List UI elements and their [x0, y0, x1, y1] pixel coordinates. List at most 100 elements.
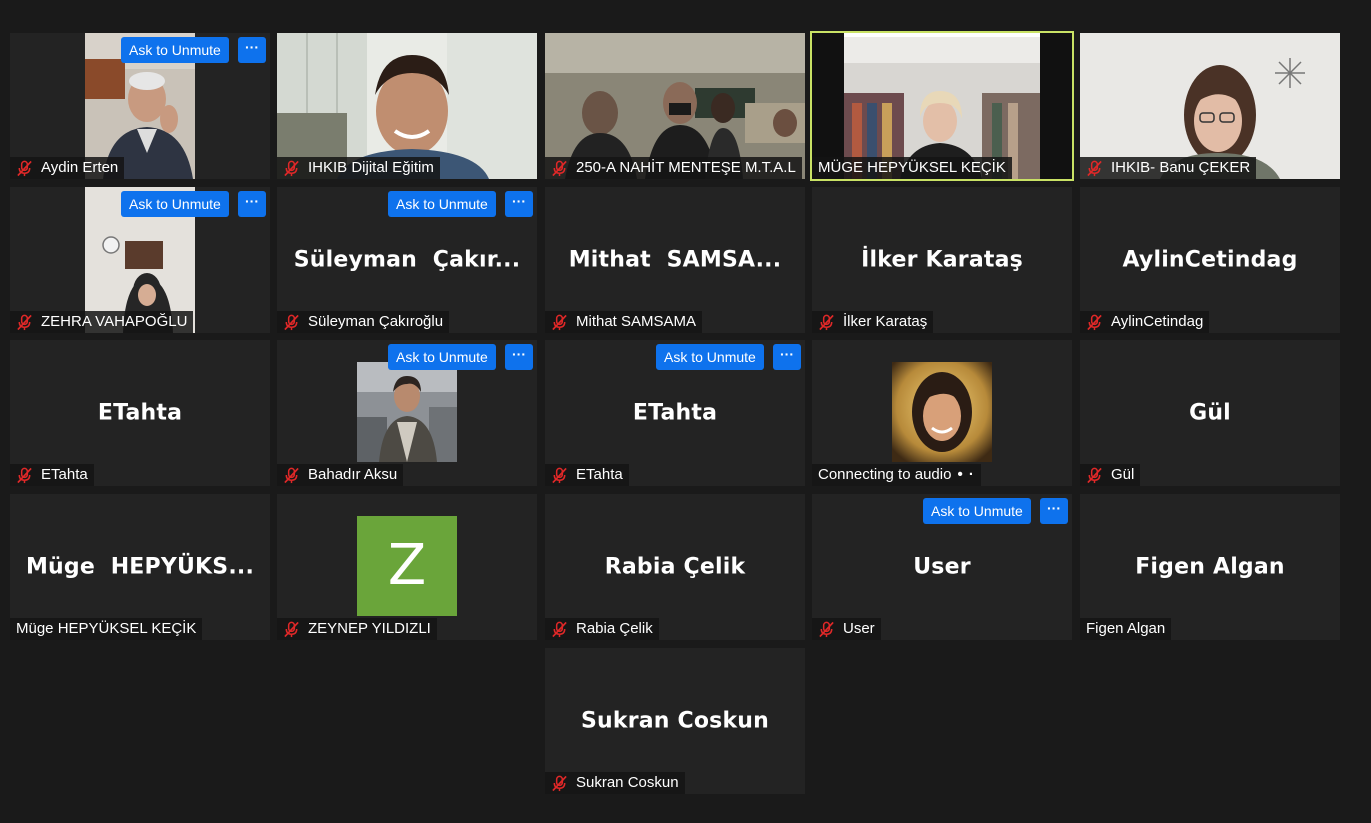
participant-tile[interactable]: Sukran Coskun Sukran Coskun [545, 648, 805, 794]
mic-muted-icon [1087, 467, 1102, 483]
participant-name-tag: Rabia Çelik [545, 618, 659, 640]
more-icon: ··· [245, 193, 259, 209]
participant-name: Bahadır Aksu [308, 466, 398, 483]
mic-muted-icon [17, 160, 32, 176]
mic-muted-icon [1087, 160, 1102, 176]
participant-name: Müge HEPYÜKSEL KEÇİK [16, 620, 197, 637]
more-icon: ··· [512, 193, 526, 209]
more-icon: ··· [780, 346, 794, 362]
ask-to-unmute-button[interactable]: Ask to Unmute [388, 191, 496, 217]
participant-name-tag: 250-A NAHİT MENTEŞE M.T.A.L [545, 157, 802, 179]
participant-name-tag: Connecting to audio • · [812, 464, 981, 486]
more-options-button[interactable]: ··· [505, 191, 533, 217]
ask-to-unmute-button[interactable]: Ask to Unmute [121, 37, 229, 63]
mic-muted-icon [284, 160, 299, 176]
ask-to-unmute-button[interactable]: Ask to Unmute [121, 191, 229, 217]
ask-to-unmute-button[interactable]: Ask to Unmute [923, 498, 1031, 524]
participant-display-name: Sukran Coskun [580, 708, 770, 734]
more-icon: ··· [1047, 500, 1061, 516]
participant-name-tag: ZEHRA VAHAPOĞLU [10, 311, 194, 333]
participant-name-tag: MÜGE HEPYÜKSEL KEÇİK [812, 157, 1012, 179]
participant-name: ETahta [576, 466, 623, 483]
participant-display-name: Gül [1189, 400, 1231, 426]
participant-name: IHKIB- Banu ÇEKER [1111, 159, 1251, 176]
connecting-status: Connecting to audio [818, 466, 952, 483]
mic-muted-icon [552, 621, 567, 637]
participant-tile[interactable]: Ask to Unmute ··· ZEHRA VAHAPOĞLU [10, 187, 270, 333]
participant-name: ZEYNEP YILDIZLI [308, 620, 431, 637]
participant-name-tag: Mithat SAMSAMA [545, 311, 703, 333]
participant-tile[interactable]: ETahta Ask to Unmute ··· ETahta [545, 340, 805, 486]
participant-display-name: Müge HEPYÜKS... [25, 554, 255, 580]
mic-muted-icon [552, 314, 567, 330]
mic-muted-icon [17, 467, 32, 483]
participant-tile[interactable]: 250-A NAHİT MENTEŞE M.T.A.L [545, 33, 805, 179]
participant-tile[interactable]: Mithat SAMSA... Mithat SAMSAMA [545, 187, 805, 333]
participant-name: Sukran Coskun [576, 774, 679, 791]
participant-tile[interactable]: User Ask to Unmute ··· User [812, 494, 1072, 640]
participant-tile[interactable]: Ask to Unmute ··· Bahadır Aksu [277, 340, 537, 486]
participant-name: User [843, 620, 875, 637]
participant-tile[interactable]: İlker Karataş İlker Karataş [812, 187, 1072, 333]
participant-tile[interactable]: Connecting to audio • · [812, 340, 1072, 486]
participant-name: ETahta [41, 466, 88, 483]
participant-name-tag: ETahta [10, 464, 94, 486]
participant-name: İlker Karataş [843, 313, 928, 330]
participant-name: 250-A NAHİT MENTEŞE M.T.A.L [576, 159, 796, 176]
participant-tile[interactable]: Z ZEYNEP YILDIZLI [277, 494, 537, 640]
ask-to-unmute-button[interactable]: Ask to Unmute [656, 344, 764, 370]
mic-muted-icon [819, 621, 834, 637]
participant-display-name: Süleyman Çakır... [293, 247, 521, 273]
participant-name-tag: Figen Algan [1080, 618, 1172, 640]
participant-name: Süleyman Çakıroğlu [308, 313, 444, 330]
participant-name-tag: Sukran Coskun [545, 772, 685, 794]
participant-display-name: ETahta [97, 400, 183, 426]
profile-photo [357, 362, 457, 462]
participant-display-name: AylinCetindag [1122, 247, 1298, 273]
participant-name-tag: Aydin Erten [10, 157, 125, 179]
mic-muted-icon [552, 775, 567, 791]
more-icon: ··· [512, 346, 526, 362]
participant-name: MÜGE HEPYÜKSEL KEÇİK [818, 159, 1006, 176]
more-options-button[interactable]: ··· [505, 344, 533, 370]
participant-name-tag: Müge HEPYÜKSEL KEÇİK [10, 618, 203, 640]
mic-muted-icon [819, 314, 834, 330]
participant-tile[interactable]: AylinCetindag AylinCetindag [1080, 187, 1340, 333]
participant-tile[interactable]: Rabia Çelik Rabia Çelik [545, 494, 805, 640]
participant-name-tag: Süleyman Çakıroğlu [277, 311, 450, 333]
participant-name: IHKIB Dijital Eğitim [308, 159, 434, 176]
participant-display-name: Rabia Çelik [604, 554, 746, 580]
participant-display-name: ETahta [632, 400, 718, 426]
participant-tile[interactable]: Figen Algan Figen Algan [1080, 494, 1340, 640]
participant-name-tag: IHKIB Dijital Eğitim [277, 157, 440, 179]
participant-name: Gül [1111, 466, 1135, 483]
letter-avatar: Z [357, 516, 457, 616]
participant-tile[interactable]: IHKIB Dijital Eğitim [277, 33, 537, 179]
participant-name: Mithat SAMSAMA [576, 313, 697, 330]
participant-tile[interactable]: Gül Gül [1080, 340, 1340, 486]
participant-name: ZEHRA VAHAPOĞLU [41, 313, 188, 330]
more-options-button[interactable]: ··· [1040, 498, 1068, 524]
more-icon: ··· [245, 39, 259, 55]
mic-muted-icon [17, 314, 32, 330]
participant-name-tag: IHKIB- Banu ÇEKER [1080, 157, 1257, 179]
participant-name-tag: AylinCetindag [1080, 311, 1210, 333]
participant-name: Aydin Erten [41, 159, 119, 176]
participant-name-tag: User [812, 618, 881, 640]
more-options-button[interactable]: ··· [238, 37, 266, 63]
mic-muted-icon [552, 467, 567, 483]
participant-tile[interactable]: Ask to Unmute ··· Aydin Erten [10, 33, 270, 179]
participant-name-tag: Gül [1080, 464, 1141, 486]
participant-tile[interactable]: IHKIB- Banu ÇEKER [1080, 33, 1340, 179]
more-options-button[interactable]: ··· [238, 191, 266, 217]
more-options-button[interactable]: ··· [773, 344, 801, 370]
participant-tile[interactable]: Müge HEPYÜKS... Müge HEPYÜKSEL KEÇİK [10, 494, 270, 640]
participant-tile[interactable]: Süleyman Çakır... Ask to Unmute ··· Süle… [277, 187, 537, 333]
participant-tile-active-speaker[interactable]: MÜGE HEPYÜKSEL KEÇİK [810, 31, 1074, 181]
ask-to-unmute-button[interactable]: Ask to Unmute [388, 344, 496, 370]
loading-dots-icon: • · [957, 466, 975, 483]
participant-name: AylinCetindag [1111, 313, 1204, 330]
participant-tile[interactable]: ETahta ETahta [10, 340, 270, 486]
participant-name: Figen Algan [1086, 620, 1166, 637]
mic-muted-icon [1087, 314, 1102, 330]
